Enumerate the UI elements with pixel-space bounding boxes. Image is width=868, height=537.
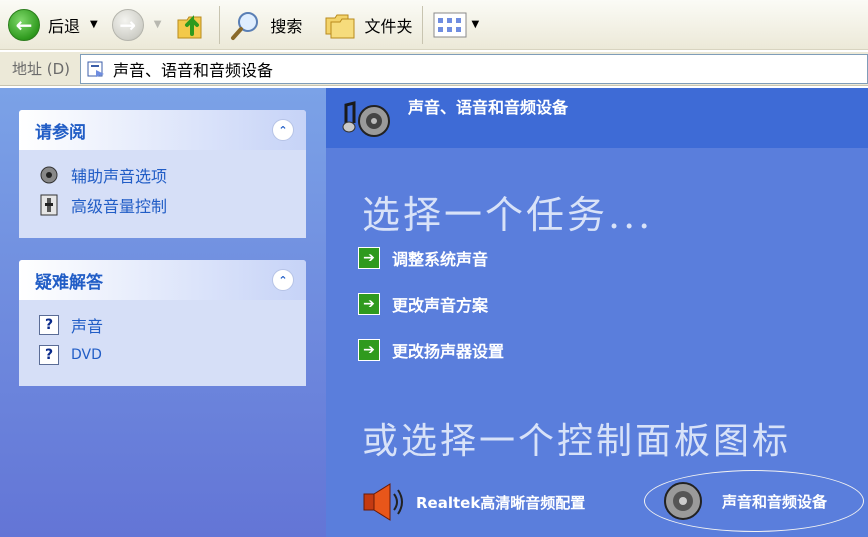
help-icon: ?: [37, 345, 61, 365]
folders-label: 文件夹: [364, 16, 413, 36]
search-label: 搜索: [270, 16, 303, 36]
cp-item-label: Realtek高清晰音频配置: [416, 493, 586, 512]
troubleshoot-panel: 疑难解答 ⌃ ? 声音 ? DVD: [19, 260, 306, 386]
troubleshoot-header[interactable]: 疑难解答 ⌃: [19, 260, 306, 300]
see-also-title: 请参阅: [35, 122, 86, 143]
help-icon: ?: [37, 315, 61, 335]
arrow-right-icon: ➔: [358, 293, 380, 315]
speaker-notes-icon: [342, 101, 390, 137]
back-button[interactable]: ← 后退 ▼: [8, 5, 98, 45]
folders-button[interactable]: 文件夹: [324, 5, 412, 45]
cp-item-label: 声音和音频设备: [722, 492, 828, 511]
control-panel-icon: [87, 61, 105, 77]
troubleshoot-title: 疑难解答: [35, 272, 103, 293]
toolbar-separator: [219, 5, 221, 44]
address-value: 声音、语音和音频设备: [113, 60, 274, 80]
arrow-right-icon: ➔: [358, 339, 380, 361]
forward-dropdown-icon[interactable]: ▼: [154, 19, 162, 30]
troubleshoot-item-label: 声音: [71, 317, 104, 336]
collapse-icon[interactable]: ⌃: [272, 119, 294, 141]
task-label: 调整系统声音: [392, 250, 489, 269]
back-dropdown-icon[interactable]: ▼: [90, 19, 98, 30]
back-arrow-icon: ←: [8, 8, 40, 41]
task-change-speaker-settings[interactable]: ➔ 更改扬声器设置: [358, 338, 504, 362]
content-area: 声音、语音和音频设备 选择一个任务... ➔ 调整系统声音 ➔ 更改声音方案 ➔…: [326, 88, 868, 537]
realtek-speaker-icon: [363, 483, 403, 521]
task-change-sound-scheme[interactable]: ➔ 更改声音方案: [358, 292, 488, 316]
up-folder-button[interactable]: [175, 5, 209, 45]
cp-item-sounds-audio-devices[interactable]: 声音和音频设备: [662, 480, 827, 522]
views-button[interactable]: ▼: [433, 5, 479, 45]
troubleshoot-item-dvd[interactable]: ? DVD: [37, 340, 306, 370]
pick-task-heading: 选择一个任务...: [362, 193, 654, 237]
search-icon: [231, 11, 259, 40]
task-adjust-system-sounds[interactable]: ➔ 调整系统声音: [358, 246, 488, 270]
collapse-icon[interactable]: ⌃: [272, 269, 294, 291]
see-also-item-accessibility-sound[interactable]: 辅助声音选项: [37, 160, 306, 190]
forward-button[interactable]: → ▼: [111, 5, 162, 45]
cp-item-realtek[interactable]: Realtek高清晰音频配置: [360, 480, 585, 524]
see-also-item-label: 辅助声音选项: [71, 167, 168, 186]
search-button[interactable]: 搜索: [230, 5, 302, 45]
forward-arrow-icon: →: [111, 8, 144, 41]
category-title: 声音、语音和音频设备: [408, 98, 569, 117]
speaker-icon: [37, 164, 61, 186]
up-folder-icon: [177, 14, 202, 38]
address-label: 地址 (D): [12, 60, 71, 78]
see-also-item-advanced-volume[interactable]: 高级音量控制: [37, 190, 306, 220]
address-bar: 地址 (D) 声音、语音和音频设备: [0, 52, 868, 86]
arrow-right-icon: ➔: [358, 247, 380, 269]
toolbar-separator: [422, 5, 424, 44]
speaker-icon: [664, 482, 702, 520]
category-header: 声音、语音和音频设备: [326, 88, 868, 148]
back-label: 后退: [48, 16, 81, 36]
see-also-item-label: 高级音量控制: [71, 197, 168, 216]
folders-icon: [325, 14, 355, 38]
troubleshoot-item-sound[interactable]: ? 声音: [37, 310, 306, 340]
see-also-panel: 请参阅 ⌃ 辅助声音选项 高级音量控制: [19, 110, 306, 238]
troubleshoot-item-label: DVD: [71, 347, 102, 363]
task-label: 更改扬声器设置: [392, 342, 505, 361]
task-label: 更改声音方案: [392, 296, 489, 315]
task-pane: 请参阅 ⌃ 辅助声音选项 高级音量控制 疑难解答 ⌃ ? 声音 ? DVD: [0, 88, 326, 537]
views-icon: [433, 12, 467, 37]
see-also-header[interactable]: 请参阅 ⌃: [19, 110, 306, 150]
address-field[interactable]: 声音、语音和音频设备: [80, 53, 868, 84]
volume-control-icon: [37, 194, 61, 216]
toolbar: ← 后退 ▼ → ▼ 搜索 文件夹 ▼: [0, 0, 868, 50]
views-dropdown-icon[interactable]: ▼: [471, 19, 479, 30]
pick-icon-heading: 或选择一个控制面板图标: [362, 421, 792, 462]
